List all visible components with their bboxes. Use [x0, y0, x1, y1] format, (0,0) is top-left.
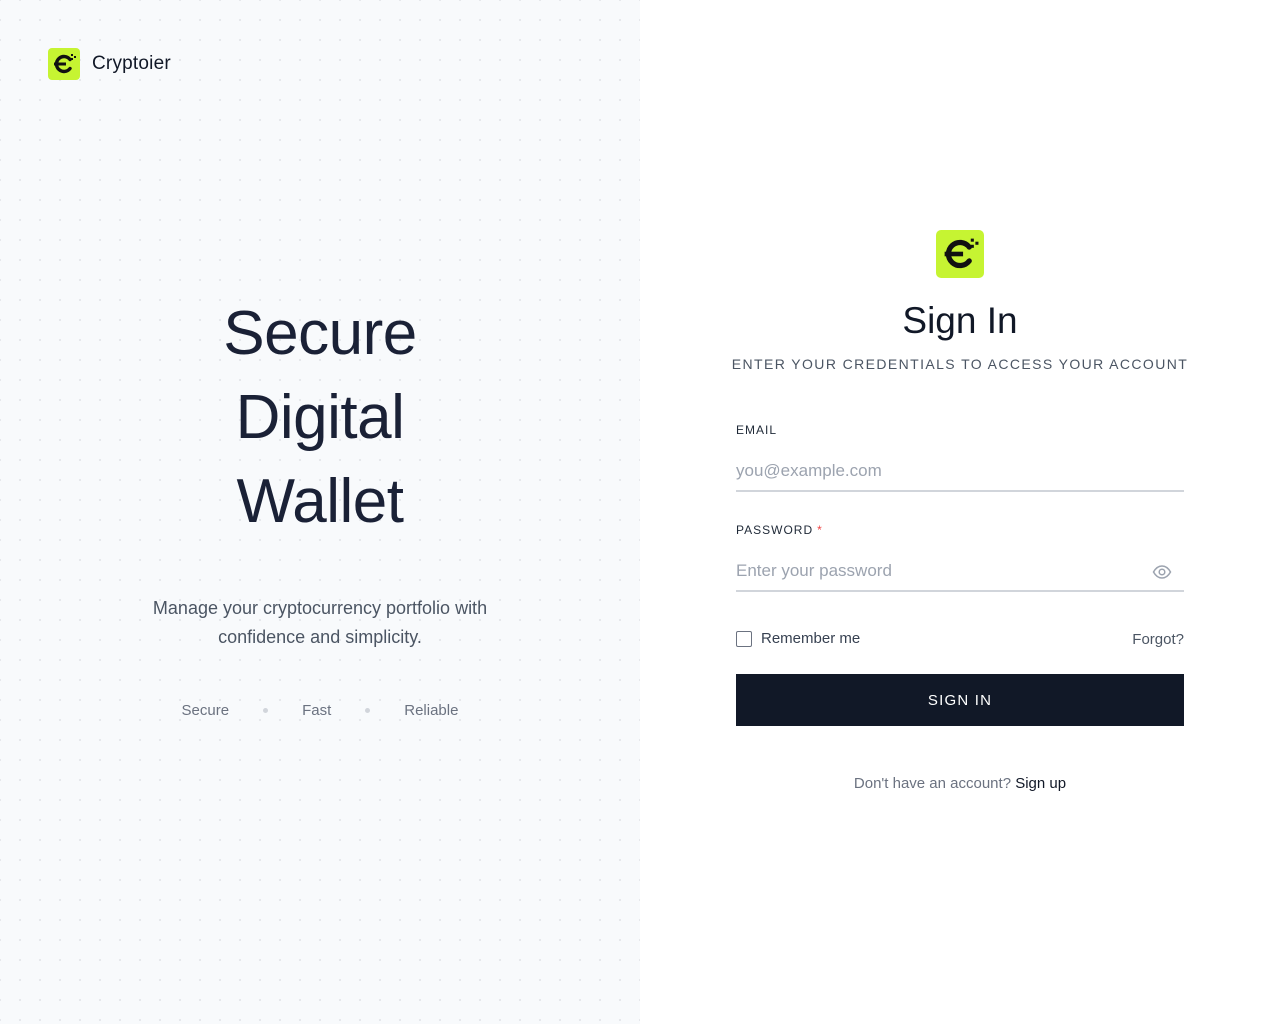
sign-in-button[interactable]: SIGN IN: [736, 674, 1184, 726]
email-label: EMAIL: [736, 423, 778, 437]
brand[interactable]: Cryptoier: [48, 48, 171, 80]
remember-label: Remember me: [761, 630, 861, 647]
feature-reliable: Reliable: [404, 702, 459, 719]
feature-fast: Fast: [302, 702, 332, 719]
eye-icon[interactable]: [1152, 562, 1172, 582]
forgot-password-link[interactable]: Forgot?: [1132, 631, 1184, 648]
cryptoier-logo-icon: [48, 48, 80, 80]
cryptoier-logo-icon: [936, 230, 984, 278]
hero-line: Wallet: [236, 467, 404, 536]
hero-panel: Cryptoier Secure Digital Wallet Manage y…: [0, 0, 640, 1024]
email-field[interactable]: [736, 452, 1184, 490]
password-field-wrapper: [736, 552, 1184, 592]
password-label: PASSWORD *: [736, 523, 823, 537]
remember-checkbox[interactable]: [736, 630, 752, 647]
password-field[interactable]: [736, 552, 1184, 590]
feature-secure: Secure: [181, 702, 230, 719]
page-title: Sign In: [902, 300, 1018, 341]
email-field-wrapper: [736, 452, 1184, 492]
remember-me[interactable]: Remember me: [736, 630, 860, 647]
feature-list: Secure Fast Reliable: [0, 702, 640, 719]
password-label-text: PASSWORD: [736, 523, 814, 537]
separator-dot: [365, 708, 371, 713]
signup-prompt: Don't have an account? Sign up: [640, 775, 1280, 792]
page-subtitle: ENTER YOUR CREDENTIALS TO ACCESS YOUR AC…: [731, 356, 1189, 372]
brand-name: Cryptoier: [92, 53, 171, 74]
required-mark: *: [817, 523, 823, 537]
hero-line: Secure: [223, 299, 417, 368]
signup-prompt-text: Don't have an account?: [853, 775, 1012, 792]
hero-line: Digital: [235, 383, 405, 452]
signin-panel: Sign In ENTER YOUR CREDENTIALS TO ACCESS…: [640, 0, 1280, 1024]
hero-heading: Secure Digital Wallet: [0, 292, 640, 544]
sign-up-link[interactable]: Sign up: [1015, 775, 1066, 792]
hero-subtitle: Manage your cryptocurrency portfolio wit…: [152, 598, 488, 647]
separator-dot: [263, 708, 269, 713]
